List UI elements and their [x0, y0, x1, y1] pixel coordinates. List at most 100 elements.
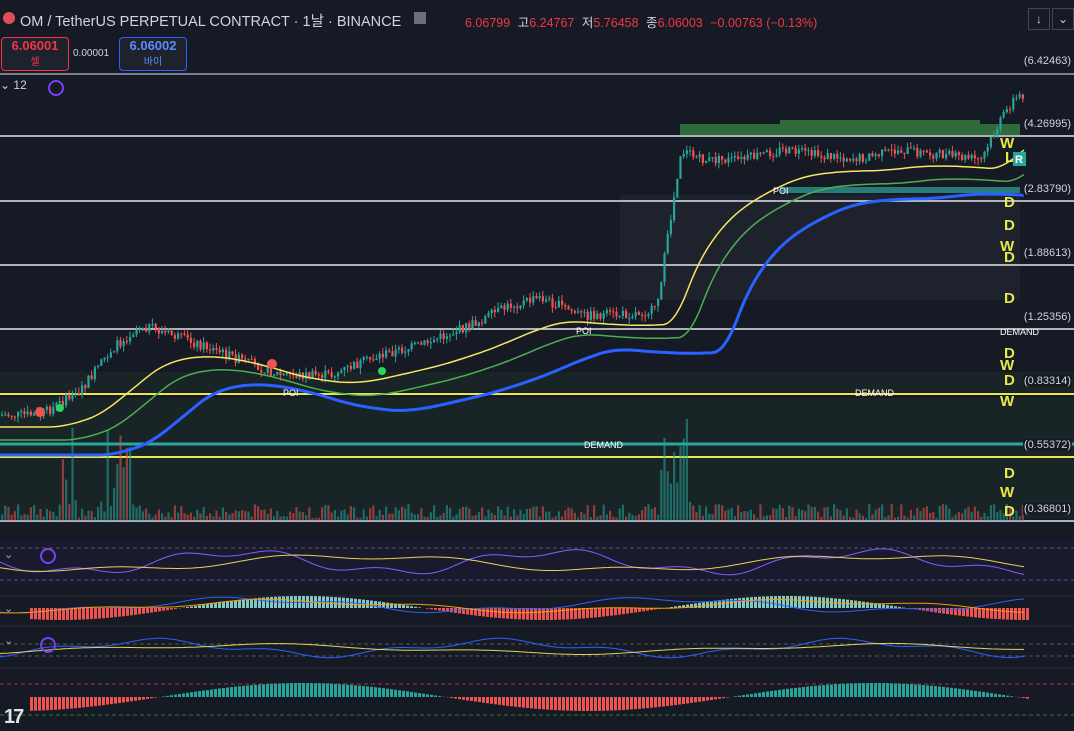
- candle-body: [945, 153, 948, 159]
- close-label: 종: [646, 16, 658, 30]
- macd-histogram-bar: [426, 608, 429, 609]
- volume-bar: [247, 511, 250, 521]
- candle-body: [532, 296, 535, 303]
- candle-body: [829, 153, 832, 159]
- candle-body: [557, 300, 560, 308]
- macd-histogram-bar: [414, 606, 417, 608]
- rsi-pane-icon[interactable]: [40, 548, 56, 564]
- candle-body: [641, 314, 644, 316]
- volume-bar: [481, 507, 484, 521]
- candle-body: [689, 150, 692, 152]
- volume-bar: [145, 508, 148, 521]
- volume-bar: [77, 517, 80, 521]
- volume-bar: [583, 514, 586, 521]
- macd-histogram-bar: [70, 608, 73, 620]
- macd-histogram-bar: [522, 608, 525, 620]
- oscillator-histogram-bar: [374, 687, 377, 697]
- volume-bar: [509, 516, 512, 521]
- macd-histogram-bar: [218, 602, 221, 608]
- volume-bar: [893, 517, 896, 521]
- oscillator-pane-icon[interactable]: [40, 637, 56, 653]
- volume-bar: [394, 507, 397, 521]
- volume-bar: [97, 506, 100, 521]
- candle-body: [401, 347, 404, 353]
- volume-bar: [314, 517, 317, 521]
- macd-histogram-bar: [974, 608, 977, 618]
- oscillator-histogram-bar: [890, 683, 893, 697]
- volume-bar: [964, 508, 967, 521]
- candle-body: [1012, 97, 1015, 110]
- oscillator-histogram-bar: [978, 691, 981, 697]
- candle-body: [666, 234, 669, 254]
- oscillator-histogram-bar: [1006, 695, 1009, 697]
- oscillator-histogram-bar: [222, 687, 225, 697]
- macd-histogram-bar: [506, 608, 509, 619]
- expand-icon[interactable]: ⌄: [1052, 8, 1074, 30]
- candle-body: [132, 334, 135, 338]
- candle-body: [151, 324, 154, 326]
- candle-body: [737, 156, 740, 159]
- macd-histogram-bar: [102, 608, 105, 619]
- volume-bar: [612, 516, 615, 521]
- candle-body: [957, 152, 960, 155]
- candle-body: [877, 154, 880, 157]
- candle-body: [109, 352, 112, 358]
- candle-body: [148, 324, 151, 332]
- macd-histogram-bar: [386, 602, 389, 608]
- macd-histogram-bar: [42, 608, 45, 620]
- macd-histogram-bar: [514, 608, 517, 620]
- volume-bar: [836, 508, 839, 521]
- indicators-toggle[interactable]: ⌄ 12: [0, 78, 38, 96]
- candle-body: [282, 373, 285, 376]
- oscillator-histogram-bar: [386, 688, 389, 697]
- volume-bar: [884, 517, 887, 521]
- candle-body: [545, 299, 548, 302]
- scroll-down-icon[interactable]: ↓: [1028, 8, 1050, 30]
- macd-histogram-bar: [326, 596, 329, 608]
- volume-bar: [234, 510, 237, 521]
- oscillator-histogram-bar: [862, 683, 865, 697]
- flag-icon[interactable]: [414, 12, 426, 24]
- oscillator-histogram-bar: [922, 685, 925, 697]
- oscillator-histogram-bar: [914, 684, 917, 697]
- volume-bar: [938, 505, 941, 521]
- volume-bar: [109, 506, 112, 521]
- candle-body: [385, 350, 388, 358]
- oscillator-histogram-bar: [686, 697, 689, 704]
- macd-histogram-bar: [158, 608, 161, 612]
- candle-body: [228, 351, 231, 359]
- oscillator-histogram-bar: [262, 684, 265, 697]
- pane-toggle-rsi[interactable]: ⌄: [4, 548, 13, 561]
- candle-body: [884, 149, 887, 151]
- pane-toggle-oscillator[interactable]: ⌄: [4, 634, 13, 647]
- oscillator-histogram-bar: [930, 685, 933, 697]
- volume-bar: [177, 512, 180, 521]
- oscillator-histogram-bar: [134, 697, 137, 701]
- volume-bar: [807, 504, 810, 521]
- candle-body: [845, 158, 848, 162]
- oscillator-histogram-bar: [946, 687, 949, 697]
- zones: [0, 120, 1074, 518]
- volume-bar: [279, 516, 282, 521]
- macd-histogram-bar: [210, 603, 213, 608]
- volume-bar: [186, 514, 189, 521]
- volume-bar: [369, 508, 372, 521]
- candle-body: [461, 325, 464, 333]
- indicator-settings-icon[interactable]: [48, 80, 64, 96]
- candle-body: [513, 306, 516, 308]
- candle-body: [353, 361, 356, 370]
- oscillator-histogram-bar: [394, 689, 397, 697]
- symbol-title[interactable]: OM / TetherUS PERPETUAL CONTRACT · 1날 · …: [20, 10, 401, 31]
- sell-button[interactable]: 6.06001 셀: [1, 37, 69, 71]
- oscillator-histogram-bar: [874, 683, 877, 697]
- buy-button[interactable]: 6.06002 바이: [119, 37, 187, 71]
- price-chart[interactable]: POI POI POI DEMAND DEMAND DEMAND W L D D…: [0, 0, 1074, 731]
- volume-bar: [941, 504, 944, 521]
- pane-toggle-macd[interactable]: ⌄: [4, 602, 13, 615]
- candle-body: [218, 349, 221, 353]
- candle-body: [394, 349, 397, 357]
- macd-histogram-bar: [898, 606, 901, 608]
- volume-bar: [708, 513, 711, 521]
- macd-histogram-bar: [110, 608, 113, 618]
- oscillator-histogram-bar: [794, 687, 797, 697]
